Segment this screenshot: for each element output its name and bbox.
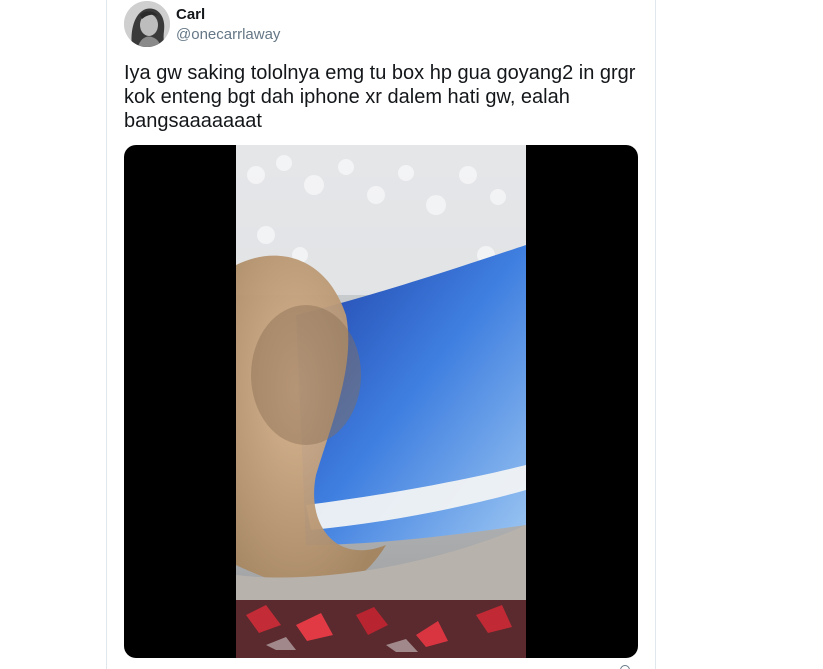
avatar[interactable]: [124, 1, 170, 47]
tweet-text: Iya gw saking tololnya emg tu box hp gua…: [124, 62, 636, 132]
video-media[interactable]: [124, 145, 638, 658]
display-name[interactable]: Carl: [176, 6, 205, 24]
more-indicator-icon: [620, 665, 630, 669]
user-avatar-icon: [124, 1, 170, 47]
page: Carl @onecarrlaway Iya gw saking tololny…: [0, 0, 823, 669]
video-play-area[interactable]: [124, 145, 638, 658]
tweet-card: Carl @onecarrlaway Iya gw saking tololny…: [106, 0, 656, 669]
user-handle[interactable]: @onecarrlaway: [176, 26, 280, 44]
